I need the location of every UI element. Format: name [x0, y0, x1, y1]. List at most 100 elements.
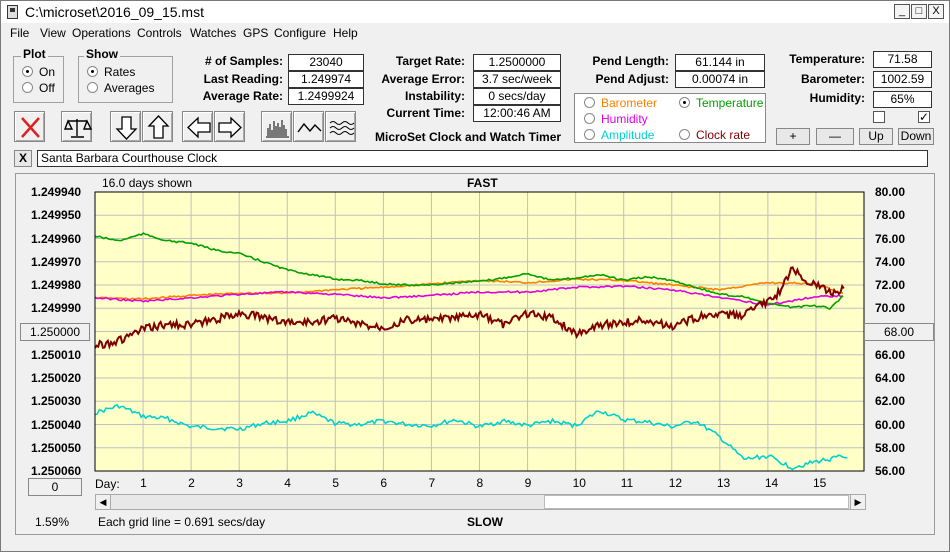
temperature-radio[interactable]: [679, 97, 690, 108]
barometer-radio[interactable]: [584, 97, 595, 108]
right-axis-tick-label: 64.00: [875, 371, 906, 385]
x-axis-tick-label: 1: [140, 476, 147, 490]
clear-clock-name-button[interactable]: X: [14, 150, 32, 167]
calibrate-button[interactable]: [61, 111, 93, 142]
scroll-left-arrow-icon[interactable]: ◀: [96, 495, 111, 509]
balance-scale-icon: [63, 119, 93, 138]
scale-down-button[interactable]: Down: [898, 128, 934, 145]
right-checkbox[interactable]: ✓: [918, 111, 930, 123]
right-axis-tick-label: 66.00: [875, 347, 906, 362]
left-axis-center-value[interactable]: 1.250000: [20, 323, 90, 341]
days-shown-label: 16.0 days shown: [102, 176, 193, 190]
x-axis-tick-label: 5: [332, 476, 339, 490]
right-axis-tick-label: 62.00: [875, 394, 906, 409]
menu-controls[interactable]: Controls: [137, 26, 182, 40]
scroll-thumb[interactable]: [544, 495, 849, 509]
right-axis-center-value[interactable]: 68.00: [864, 323, 934, 341]
barometer-label: Barometer:: [800, 72, 865, 86]
left-checkbox[interactable]: [873, 111, 885, 123]
title-bar: C:\microset\2016_09_15.mst _ □ X: [1, 1, 949, 23]
menu-bar: File View Operations Controls Watches GP…: [1, 23, 949, 42]
menu-view[interactable]: View: [40, 26, 66, 40]
menu-file[interactable]: File: [10, 26, 29, 40]
arrow-down-icon: [115, 116, 138, 140]
show-averages-label[interactable]: Averages: [104, 81, 154, 95]
up-arrow-button[interactable]: [142, 111, 173, 142]
x-axis-tick-label: 9: [524, 476, 532, 490]
x-axis-tick-label: 2: [188, 476, 195, 490]
amplitude-radio[interactable]: [584, 129, 595, 140]
menu-configure[interactable]: Configure: [274, 26, 326, 40]
restore-button[interactable]: □: [911, 4, 927, 19]
histogram-icon: [266, 120, 289, 138]
current-time-label: Current Time:: [386, 106, 465, 120]
right-axis-tick-label: 80.00: [875, 185, 906, 199]
scale-minus-button[interactable]: —: [816, 128, 854, 145]
menu-operations[interactable]: Operations: [72, 26, 131, 40]
show-rates-radio[interactable]: [87, 66, 98, 77]
show-averages-radio[interactable]: [87, 82, 98, 93]
humidity-option[interactable]: Humidity: [601, 112, 648, 126]
slow-label: SLOW: [467, 515, 503, 529]
horizontal-scrollbar[interactable]: ◀ ▶: [95, 494, 866, 510]
scroll-left-value[interactable]: 0: [28, 478, 82, 496]
arrow-right-icon: [218, 116, 242, 139]
clock-rate-option[interactable]: Clock rate: [696, 128, 750, 142]
left-axis-tick-label: 1.250030: [31, 394, 82, 409]
clock-rate-radio[interactable]: [679, 129, 690, 140]
x-axis-tick-label: 11: [620, 476, 634, 490]
chart-frame: [15, 173, 935, 535]
histogram-button[interactable]: [261, 111, 292, 142]
app-icon: [7, 5, 18, 19]
temperature-value: 71.58: [873, 51, 932, 68]
stop-button[interactable]: [14, 111, 45, 142]
plot-on-label[interactable]: On: [39, 65, 55, 79]
pend-length-value[interactable]: 61.144 in: [675, 54, 765, 71]
right-axis-tick-label: 60.00: [875, 417, 906, 432]
line-plot-button[interactable]: [293, 111, 324, 142]
plot-on-radio[interactable]: [22, 66, 33, 77]
temperature-option[interactable]: Temperature: [696, 96, 763, 110]
barometer-option[interactable]: Barometer: [601, 96, 657, 110]
minimize-button[interactable]: _: [894, 4, 910, 19]
plot-off-label[interactable]: Off: [39, 81, 55, 95]
samples-value: 23040: [288, 54, 364, 71]
x-axis-tick-label: 6: [380, 476, 388, 490]
right-arrow-button[interactable]: [214, 111, 245, 142]
pend-adjust-label: Pend Adjust:: [595, 72, 669, 86]
line-wave-icon: [297, 122, 322, 133]
plot-off-radio[interactable]: [22, 82, 33, 93]
wave-lines-icon: [329, 121, 355, 135]
target-rate-value[interactable]: 1.2500000: [473, 54, 561, 71]
amplitude-option[interactable]: Amplitude: [601, 128, 654, 142]
grid-note-label: Each grid line = 0.691 secs/day: [98, 515, 266, 529]
left-axis-tick-label: 1.249980: [31, 278, 82, 292]
clock-name-input[interactable]: Santa Barbara Courthouse Clock: [37, 150, 928, 167]
menu-help[interactable]: Help: [333, 26, 358, 40]
down-arrow-button[interactable]: [110, 111, 141, 142]
x-axis-tick-label: 10: [572, 476, 586, 490]
x-axis-tick-label: 14: [764, 476, 779, 490]
menu-gps[interactable]: GPS: [243, 26, 268, 40]
zoom-percent-label: 1.59%: [35, 515, 70, 529]
arrow-left-icon: [187, 116, 211, 139]
last-reading-value: 1.249974: [288, 71, 364, 88]
scale-up-button[interactable]: Up: [859, 128, 893, 145]
smooth-plot-button[interactable]: [325, 111, 356, 142]
humidity-value: 65%: [873, 91, 932, 108]
x-axis-tick-label: 13: [716, 476, 731, 490]
right-axis-tick-label: 56.00: [875, 464, 906, 478]
red-x-icon: [21, 117, 40, 138]
close-button[interactable]: X: [928, 4, 944, 19]
average-rate-value: 1.2499924: [288, 88, 364, 105]
left-axis-tick-label: 1.249940: [31, 185, 82, 199]
show-rates-label[interactable]: Rates: [104, 65, 135, 79]
average-rate-label: Average Rate:: [202, 89, 283, 103]
right-axis-tick-label: 58.00: [875, 440, 906, 455]
humidity-radio[interactable]: [584, 113, 595, 124]
left-arrow-button[interactable]: [182, 111, 213, 142]
menu-watches[interactable]: Watches: [190, 26, 236, 40]
show-group: [78, 56, 173, 103]
scale-plus-button[interactable]: +: [776, 128, 810, 145]
scroll-right-arrow-icon[interactable]: ▶: [850, 495, 865, 509]
